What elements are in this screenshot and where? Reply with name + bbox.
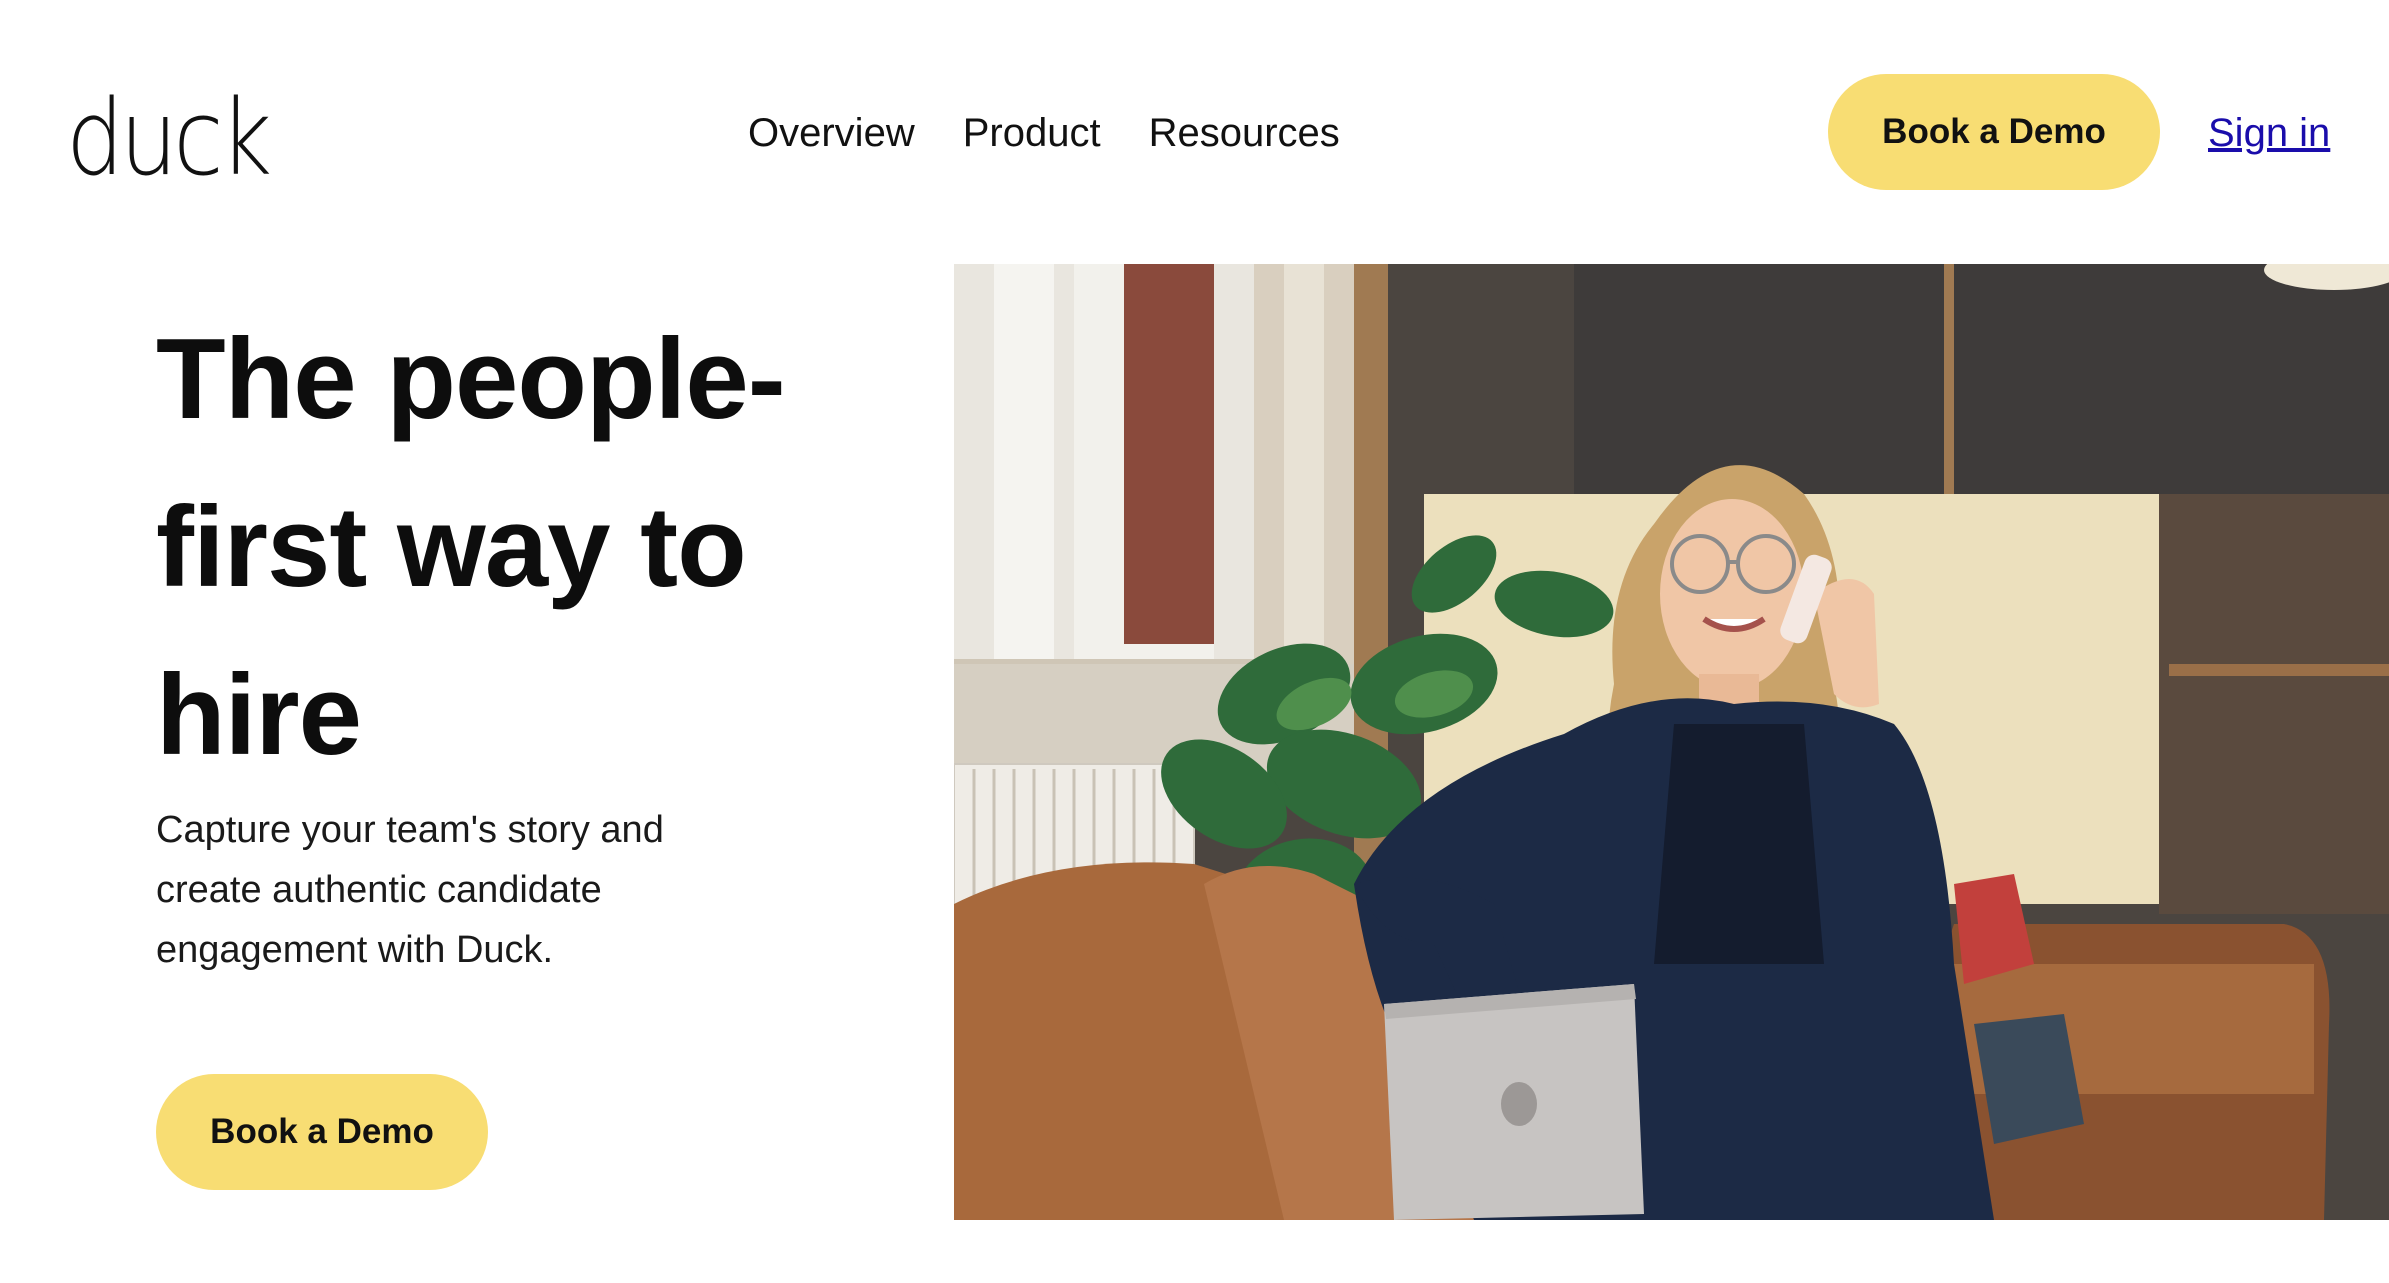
sign-in-link[interactable]: Sign in (2208, 106, 2330, 160)
hero-photo (954, 264, 2389, 1220)
hero-subtitle: Capture your team's story and create aut… (156, 809, 664, 971)
hero-book-demo-button[interactable]: Book a Demo (156, 1074, 488, 1190)
duck-logo[interactable]: duck (66, 86, 272, 190)
hero-title: The people-first way to hire (156, 316, 786, 779)
nav-overview[interactable]: Overview (748, 106, 915, 160)
nav-product[interactable]: Product (963, 106, 1101, 160)
nav-resources[interactable]: Resources (1149, 106, 1340, 160)
main-nav: Overview Product Resources (748, 106, 1340, 160)
header-book-demo-button[interactable]: Book a Demo (1828, 74, 2160, 190)
